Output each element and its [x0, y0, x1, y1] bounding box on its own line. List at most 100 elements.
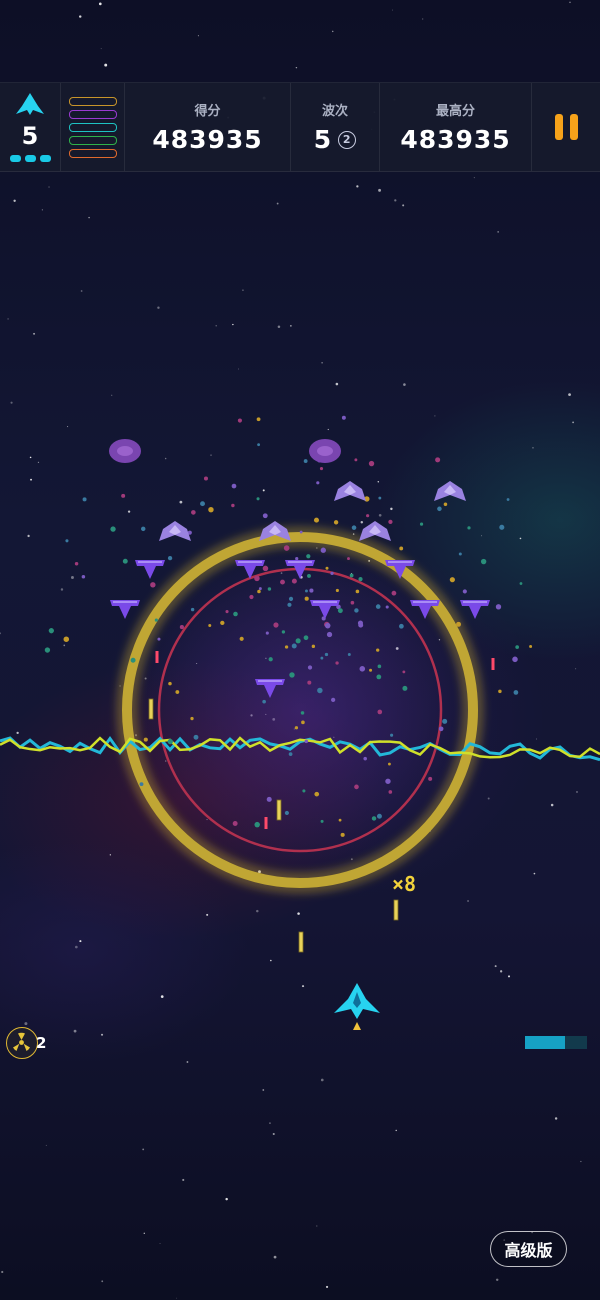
enemy-fighter-stripe: [113, 601, 137, 603]
particle: [366, 514, 370, 518]
particle: [399, 623, 404, 629]
bomb-count: 2: [36, 1034, 47, 1052]
particle: [288, 596, 294, 601]
player-ship[interactable]: [334, 983, 380, 1030]
particle: [233, 611, 238, 617]
particle: [307, 680, 312, 685]
enemy-fighter-stripe: [413, 601, 437, 603]
particle: [262, 565, 269, 572]
enemy-blob-core: [317, 446, 333, 456]
particle: [399, 546, 404, 551]
particle: [256, 417, 261, 422]
particle: [467, 526, 471, 530]
particle: [456, 621, 462, 627]
bomb-button[interactable]: [6, 1027, 38, 1059]
particle: [249, 594, 254, 600]
particle: [358, 577, 363, 582]
particle: [266, 796, 272, 802]
particle: [376, 813, 382, 819]
particle: [333, 520, 339, 525]
particle: [354, 784, 359, 790]
particle: [122, 558, 128, 564]
particle: [350, 600, 355, 605]
particle: [303, 459, 308, 463]
particle: [335, 588, 339, 593]
particle: [175, 690, 180, 694]
particle: [357, 620, 364, 626]
particle: [438, 726, 444, 732]
particle: [237, 418, 242, 423]
particle: [371, 816, 377, 821]
particle: [267, 587, 272, 591]
particle: [304, 739, 309, 744]
particle: [449, 577, 455, 583]
particle: [388, 790, 393, 794]
particle: [287, 602, 292, 607]
particle: [512, 656, 518, 663]
particle: [44, 647, 51, 653]
particle: [363, 756, 367, 761]
particle: [391, 590, 397, 596]
particle: [388, 762, 391, 766]
energy-bar: [525, 1036, 587, 1049]
particle: [168, 681, 172, 686]
particle: [330, 571, 334, 575]
energy-bar-fill: [525, 1036, 566, 1049]
particle: [289, 672, 295, 678]
particle: [331, 697, 336, 702]
particle: [262, 513, 268, 519]
particle: [48, 628, 54, 634]
player-bullet: [276, 799, 282, 821]
particle: [262, 699, 266, 704]
particle: [150, 582, 156, 588]
particle: [335, 661, 339, 665]
particle: [257, 589, 261, 594]
enemy-fighter-stripe: [258, 680, 282, 682]
particle: [480, 558, 487, 565]
particle: [191, 510, 196, 515]
game-field[interactable]: [0, 0, 600, 1300]
particle: [354, 458, 358, 462]
particle: [265, 631, 269, 635]
enemy-fighter-stripe: [313, 601, 337, 603]
particle: [139, 782, 144, 787]
particle: [341, 415, 346, 420]
score-multiplier: ×8: [392, 872, 417, 896]
particle: [317, 687, 323, 694]
particle: [208, 623, 212, 627]
particle: [388, 519, 393, 524]
radiation-icon: [13, 1032, 30, 1051]
enemy-bullet: [155, 651, 159, 663]
particle: [256, 497, 260, 501]
particle: [347, 653, 351, 656]
enemy-bullet: [264, 817, 268, 829]
particle: [141, 526, 146, 532]
particle: [304, 596, 309, 601]
particle: [506, 498, 510, 501]
particle: [291, 578, 297, 584]
particle: [377, 709, 383, 715]
particle: [324, 652, 329, 657]
particle: [435, 457, 441, 463]
particle: [281, 630, 286, 634]
particle: [320, 547, 326, 553]
particle: [300, 711, 305, 715]
particle: [320, 819, 324, 823]
particle: [273, 622, 279, 628]
particle: [157, 637, 161, 641]
particle: [295, 638, 301, 644]
particle: [203, 476, 208, 481]
particle: [313, 517, 320, 523]
particle: [268, 657, 273, 662]
player-bullet: [298, 931, 304, 953]
particle: [305, 589, 308, 593]
particle: [299, 530, 303, 534]
premium-button[interactable]: 高级版: [490, 1231, 567, 1267]
particle: [284, 810, 289, 816]
particle: [110, 526, 116, 532]
particle: [519, 582, 523, 585]
enemy-fighter-stripe: [238, 561, 262, 563]
particle: [316, 481, 320, 485]
particle: [65, 539, 69, 543]
particle: [385, 778, 391, 784]
